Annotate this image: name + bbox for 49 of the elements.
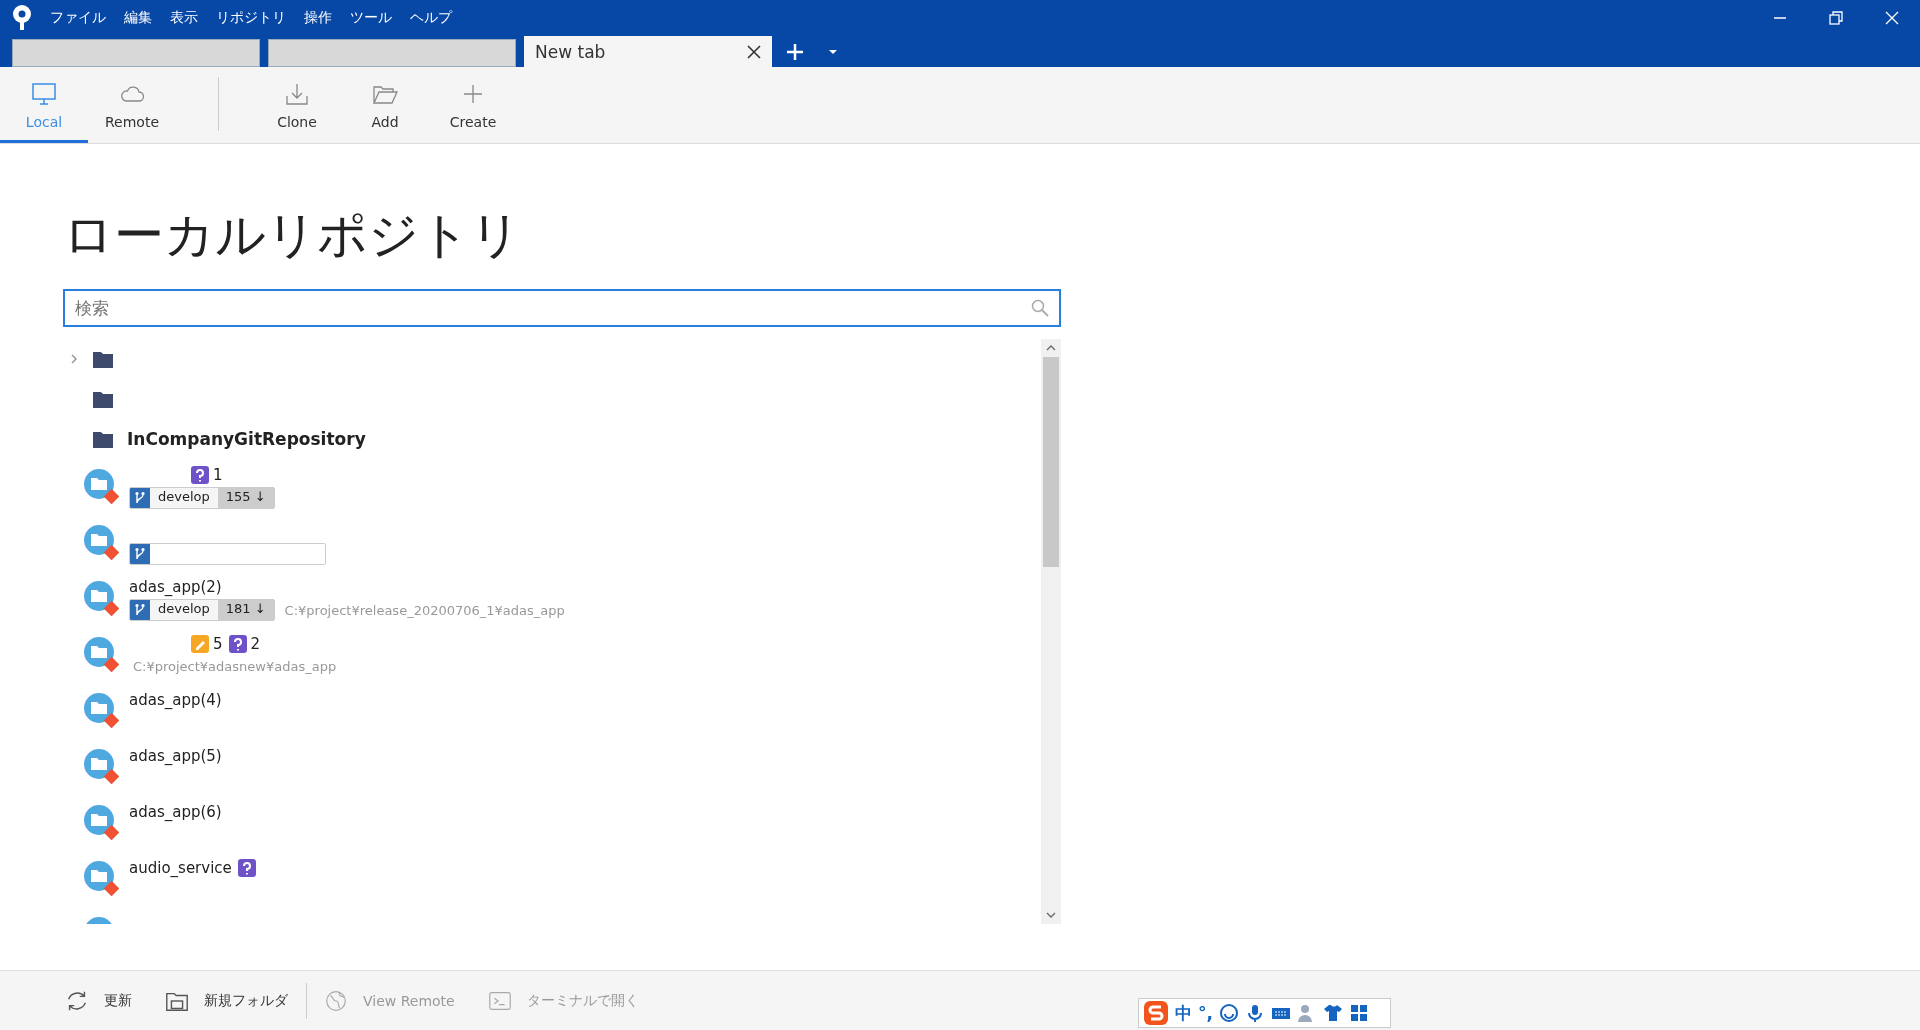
badge-count: 1 bbox=[213, 466, 223, 484]
repository-path: C:¥project¥release_20200706_1¥adas_app bbox=[284, 602, 565, 618]
globe-icon bbox=[323, 988, 349, 1014]
menu-item[interactable]: 表示 bbox=[170, 9, 198, 27]
branch-icon bbox=[134, 491, 146, 505]
repository-name[interactable]: adas_app(6) bbox=[129, 803, 222, 821]
smiley-icon[interactable] bbox=[1218, 1003, 1239, 1023]
footer-button[interactable]: 新規フォルダ bbox=[160, 984, 292, 1018]
group-label[interactable]: InCompanyGitRepository bbox=[127, 429, 366, 449]
grid-icon[interactable] bbox=[1348, 1003, 1369, 1023]
folder-icon bbox=[93, 390, 113, 408]
folder-icon bbox=[93, 430, 113, 448]
branch-tag: develop 155 ↓ bbox=[129, 487, 275, 509]
page-heading: ローカルリポジトリ bbox=[63, 205, 522, 266]
monitor-icon bbox=[30, 80, 58, 108]
repository-name[interactable]: adas_app(4) bbox=[129, 691, 222, 709]
menu-item[interactable]: ツール bbox=[350, 9, 392, 27]
tab[interactable]: New tab bbox=[524, 36, 772, 67]
toolbar-button[interactable]: Add bbox=[341, 67, 429, 143]
menu-item[interactable]: ヘルプ bbox=[410, 9, 452, 27]
badge-count: 2 bbox=[250, 635, 261, 653]
repository-name[interactable]: adas_app(2) bbox=[129, 578, 222, 596]
badge-count: 5 bbox=[213, 635, 223, 653]
ime-label[interactable]: 中 bbox=[1175, 1001, 1192, 1025]
shirt-icon[interactable] bbox=[1322, 1003, 1343, 1023]
menu-item[interactable]: 編集 bbox=[124, 9, 152, 27]
toolbar-button[interactable]: Clone bbox=[253, 67, 341, 143]
toolbar-button[interactable]: Create bbox=[429, 67, 517, 143]
ime-label[interactable]: °, bbox=[1198, 1003, 1213, 1023]
repository-path: C:¥project¥adasnew¥adas_app bbox=[133, 658, 337, 674]
restore-icon[interactable] bbox=[1829, 11, 1843, 25]
branch-tag: develop 181 ↓ bbox=[129, 599, 275, 621]
menu-item[interactable]: 操作 bbox=[304, 9, 332, 27]
repository-name[interactable]: audio_service bbox=[129, 859, 232, 877]
close-icon[interactable] bbox=[747, 44, 761, 59]
repository-name[interactable]: adas_app(5) bbox=[129, 747, 222, 765]
scrollbar[interactable] bbox=[1041, 339, 1061, 924]
scroll-up-icon[interactable] bbox=[1046, 344, 1056, 352]
menu-item[interactable]: リポジトリ bbox=[216, 9, 286, 27]
branch-icon bbox=[134, 547, 146, 561]
footer-button[interactable]: 更新 bbox=[60, 984, 136, 1018]
scroll-down-icon[interactable] bbox=[1046, 911, 1056, 919]
branch-icon bbox=[134, 603, 146, 617]
folder-icon bbox=[93, 350, 113, 368]
plus-icon[interactable] bbox=[786, 43, 804, 61]
menu-item[interactable]: ファイル bbox=[50, 9, 106, 27]
app-logo bbox=[12, 5, 32, 31]
search-field[interactable]: 検索 bbox=[63, 289, 1061, 327]
view-tab[interactable]: Remote bbox=[88, 67, 176, 143]
